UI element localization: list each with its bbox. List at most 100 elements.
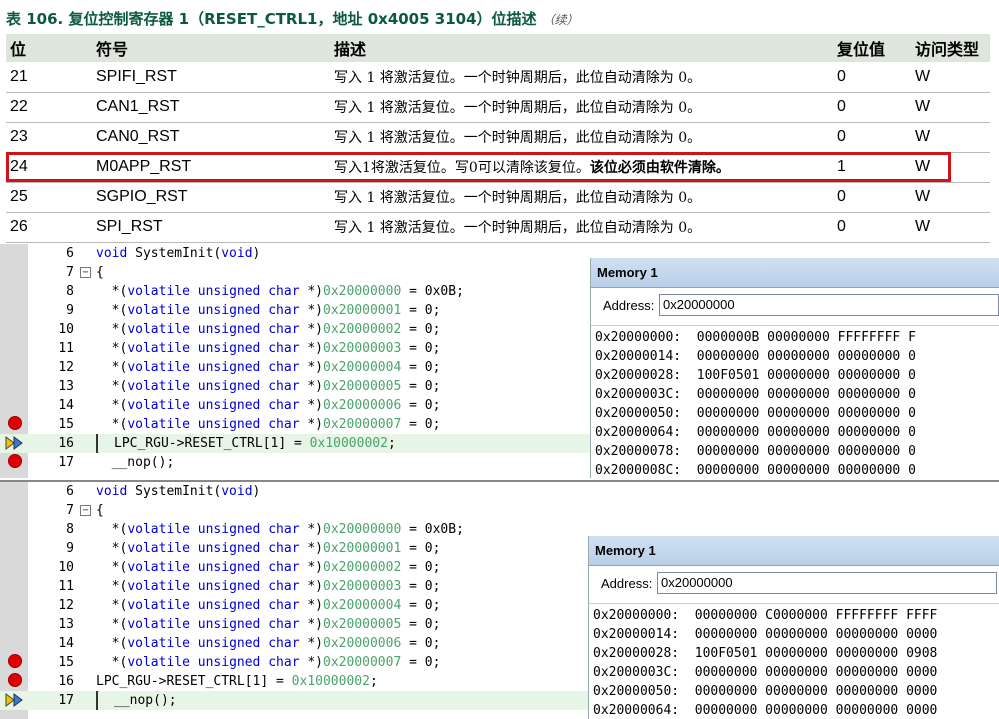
code-line[interactable]: 11 *(volatile unsigned char *)0x20000003… <box>0 577 590 596</box>
code-line[interactable]: 6 void SystemInit(void) <box>0 244 590 263</box>
code-line[interactable]: 15 *(volatile unsigned char *)0x20000007… <box>0 415 590 434</box>
code-editor[interactable]: 6 void SystemInit(void) 7−{ 8 *(volatile … <box>0 244 590 478</box>
code-line[interactable]: 6 void SystemInit(void) <box>0 482 590 501</box>
current-execution-arrow-icon <box>5 693 23 707</box>
code-text: ; <box>387 436 396 451</box>
line-number: 14 <box>58 636 74 651</box>
code-line[interactable]: 13 *(volatile unsigned char *)0x20000005… <box>0 615 590 634</box>
code-line[interactable]: 7−{ <box>0 501 590 520</box>
code-line-current[interactable]: 17 __nop(); <box>0 691 590 710</box>
code-line[interactable]: 13 *(volatile unsigned char *)0x20000005… <box>0 377 590 396</box>
code-line-current[interactable]: 16 LPC_RGU->RESET_CTRL[1] = 0x10000002; <box>0 434 590 453</box>
memory-row: 0x20000064: 00000000 00000000 00000000 0… <box>593 703 938 718</box>
register-table: 位 符号 描述 复位值 访问类型 21 SPIFI_RST 写入 1 将激活复位… <box>6 34 990 243</box>
code-line[interactable]: 14 *(volatile unsigned char *)0x20000006… <box>0 396 590 415</box>
code-text: = 0; <box>401 560 441 575</box>
code-line[interactable]: 11 *(volatile unsigned char *)0x20000003… <box>0 339 590 358</box>
line-number: 6 <box>66 246 74 261</box>
code-text: *(volatile unsigned char *) <box>111 360 324 375</box>
code-line[interactable]: 9 *(volatile unsigned char *)0x20000001 … <box>0 539 590 558</box>
code-text: = 0; <box>401 598 441 613</box>
memory-row: 0x20000000: 0000000B 00000000 FFFFFFFF F <box>595 330 916 345</box>
fold-toggle-icon[interactable]: − <box>80 505 91 516</box>
memory-dump[interactable]: 0x20000000: 00000000 C0000000 FFFFFFFF F… <box>589 604 999 719</box>
code-panel-before: 6 void SystemInit(void) 7−{ 8 *(volatile … <box>0 244 999 478</box>
memory-window: Memory 1 Address: 0x20000000 0x20000000:… <box>590 258 999 478</box>
memory-dump[interactable]: 0x20000000: 0000000B 00000000 FFFFFFFF F… <box>591 326 999 478</box>
line-number: 14 <box>58 398 74 413</box>
breakpoint-icon[interactable] <box>8 454 22 468</box>
header-access-type: 访问类型 <box>911 34 990 62</box>
address-input[interactable]: 0x20000000 <box>657 572 997 594</box>
memory-window: Memory 1 Address: 0x20000000 0x20000000:… <box>588 536 999 719</box>
line-number: 7 <box>66 503 74 518</box>
code-hex-literal: 0x20000003 <box>323 579 402 594</box>
cell-access-type: W <box>911 182 990 213</box>
code-editor[interactable]: 6 void SystemInit(void) 7−{ 8 *(volatile … <box>0 482 590 719</box>
code-line[interactable]: 15 *(volatile unsigned char *)0x20000007… <box>0 653 590 672</box>
code-text: LPC_RGU->RESET_CTRL[1] = <box>96 674 292 689</box>
cell-reset-value: 0 <box>833 182 911 213</box>
description-bold-note: 该位必须由软件清除。 <box>589 160 730 176</box>
code-line[interactable]: 8 *(volatile unsigned char *)0x20000000 … <box>0 520 590 539</box>
memory-row: 0x20000050: 00000000 00000000 00000000 0… <box>593 684 938 699</box>
cell-reset-value: 1 <box>833 152 911 183</box>
code-line[interactable]: 9 *(volatile unsigned char *)0x20000001 … <box>0 301 590 320</box>
cell-description: 写入 1 将激活复位。一个时钟周期后，此位自动清除为 0。 <box>330 62 833 93</box>
code-hex-literal: 0x20000002 <box>323 560 402 575</box>
memory-row: 0x20000000: 00000000 C0000000 FFFFFFFF F… <box>593 608 938 623</box>
code-text: = 0x0B; <box>401 284 464 299</box>
code-line[interactable]: 8 *(volatile unsigned char *)0x20000000 … <box>0 282 590 301</box>
table-caption: 表 106. 复位控制寄存器 1（RESET_CTRL1，地址 0x4005 3… <box>6 6 579 32</box>
code-text: *(volatile unsigned char *) <box>111 303 324 318</box>
cell-bit: 25 <box>6 182 92 213</box>
code-line[interactable]: 10 *(volatile unsigned char *)0x20000002… <box>0 320 590 339</box>
table-row-highlighted: 24 M0APP_RST 写入1将激活复位。写0可以清除该复位。该位必须由软件清… <box>6 152 990 183</box>
cell-access-type: W <box>911 152 990 183</box>
code-text: = 0; <box>401 379 441 394</box>
code-text: { <box>96 503 104 518</box>
code-hex-literal: 0x20000004 <box>323 598 402 613</box>
line-number: 9 <box>66 303 74 318</box>
code-line[interactable]: 12 *(volatile unsigned char *)0x20000004… <box>0 596 590 615</box>
code-hex-literal: 0x20000005 <box>323 617 402 632</box>
code-line[interactable]: 16 LPC_RGU->RESET_CTRL[1] = 0x10000002; <box>0 672 590 691</box>
code-text: = 0; <box>401 541 441 556</box>
code-hex-literal: 0x20000007 <box>323 417 402 432</box>
current-execution-arrow-icon <box>5 436 23 450</box>
address-label: Address: <box>601 576 653 591</box>
description-text: 写入1将激活复位。写0可以清除该复位。 <box>334 160 590 176</box>
breakpoint-icon[interactable] <box>8 673 22 687</box>
code-text: = 0x0B; <box>401 522 464 537</box>
cell-reset-value: 0 <box>833 92 911 123</box>
cell-access-type: W <box>911 122 990 153</box>
cell-access-type: W <box>911 62 990 93</box>
cell-bit: 22 <box>6 92 92 123</box>
cell-symbol: CAN0_RST <box>92 122 330 153</box>
code-line[interactable]: 17 __nop(); <box>0 453 590 472</box>
code-text: *(volatile unsigned char *) <box>111 417 324 432</box>
cell-bit: 21 <box>6 62 92 93</box>
line-number: 12 <box>58 360 74 375</box>
code-line[interactable]: 10 *(volatile unsigned char *)0x20000002… <box>0 558 590 577</box>
table-row: 22 CAN1_RST 写入 1 将激活复位。一个时钟周期后，此位自动清除为 0… <box>6 92 990 123</box>
line-number: 7 <box>66 265 74 280</box>
fold-toggle-icon[interactable]: − <box>80 267 91 278</box>
memory-address-bar: Address: 0x20000000 <box>589 566 999 604</box>
line-number: 15 <box>58 655 74 670</box>
breakpoint-icon[interactable] <box>8 654 22 668</box>
cell-symbol: CAN1_RST <box>92 92 330 123</box>
address-input[interactable]: 0x20000000 <box>659 294 999 316</box>
code-text: = 0; <box>401 655 441 670</box>
code-text: { <box>96 265 104 280</box>
code-text: = 0; <box>401 341 441 356</box>
breakpoint-icon[interactable] <box>8 416 22 430</box>
code-text: *(volatile unsigned char *) <box>111 322 324 337</box>
code-line[interactable]: 7−{ <box>0 263 590 282</box>
code-line[interactable]: 14 *(volatile unsigned char *)0x20000006… <box>0 634 590 653</box>
memory-address-bar: Address: 0x20000000 <box>591 288 999 326</box>
cell-description: 写入 1 将激活复位。一个时钟周期后，此位自动清除为 0。 <box>330 122 833 153</box>
cell-access-type: W <box>911 212 990 243</box>
code-line[interactable]: 12 *(volatile unsigned char *)0x20000004… <box>0 358 590 377</box>
cell-reset-value: 0 <box>833 122 911 153</box>
